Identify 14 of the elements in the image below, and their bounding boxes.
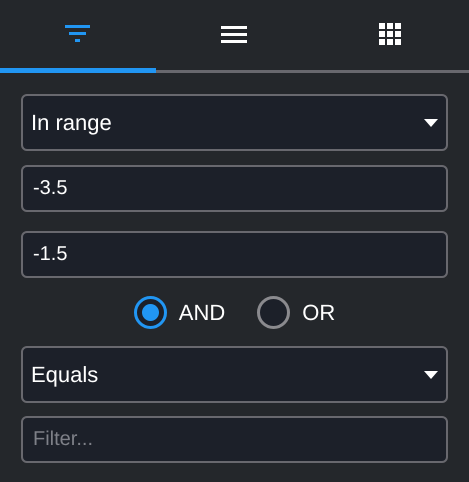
radio-label: AND (178, 298, 226, 326)
operator-select[interactable]: In range (21, 94, 448, 151)
radio-label: OR (302, 298, 336, 326)
value-field[interactable]: Filter... (21, 416, 448, 463)
grid-icon (379, 22, 402, 46)
radio-button[interactable] (257, 296, 290, 328)
menu-icon (221, 26, 248, 42)
caret-icon (424, 118, 438, 126)
operator-select[interactable]: Equals (21, 346, 448, 403)
filter-icon (65, 25, 92, 43)
value-field[interactable]: -3.5 (21, 165, 448, 212)
caret-icon (424, 370, 438, 378)
radio-button[interactable] (134, 296, 167, 328)
value-field[interactable]: -1.5 (21, 231, 448, 278)
